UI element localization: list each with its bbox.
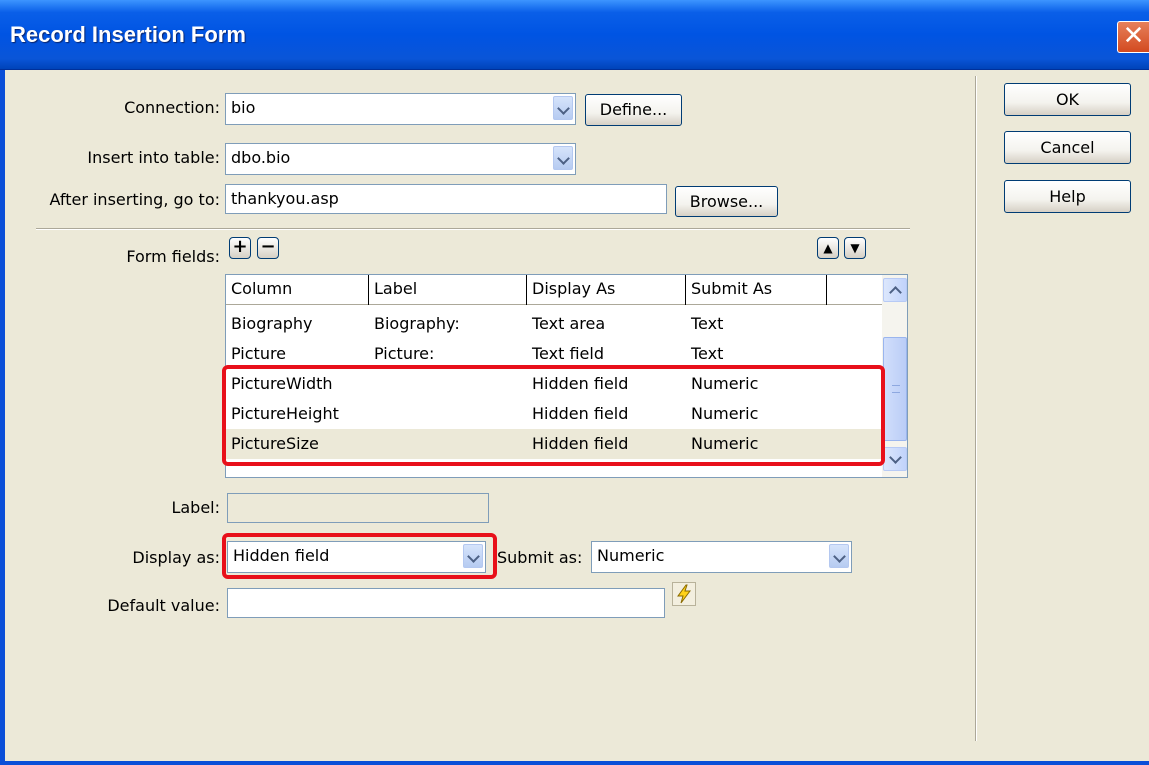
column-header[interactable]: Label — [369, 275, 527, 305]
arrow-up-icon: ▲ — [823, 241, 833, 255]
default-value-input[interactable] — [227, 588, 665, 618]
close-button[interactable]: ✕ — [1117, 21, 1149, 53]
display-as-label: Display as: — [132, 548, 220, 567]
title-bar: Record Insertion Form ✕ — [0, 0, 1149, 70]
cancel-button[interactable]: Cancel — [1004, 131, 1131, 164]
scroll-up-icon[interactable] — [883, 278, 907, 302]
column-header[interactable]: Column — [226, 275, 369, 305]
connection-value: bio — [231, 98, 256, 117]
grip-icon — [892, 385, 900, 393]
ok-button[interactable]: OK — [1004, 83, 1131, 116]
cell-submit-as: Text — [691, 314, 724, 333]
highlight-box — [222, 533, 497, 579]
highlight-box — [222, 365, 885, 466]
redirect-label: After inserting, go to: — [49, 190, 220, 209]
lightning-icon-glyph — [677, 584, 691, 604]
close-icon: ✕ — [1122, 21, 1145, 51]
chevron-down-icon[interactable] — [553, 96, 573, 120]
remove-field-button[interactable]: − — [257, 237, 279, 259]
add-field-button[interactable]: + — [229, 237, 251, 259]
table-value: dbo.bio — [231, 148, 291, 167]
plus-icon: + — [232, 236, 248, 257]
table-row[interactable]: Biography Biography: Text area Text — [226, 309, 882, 339]
dialog-title: Record Insertion Form — [10, 22, 246, 47]
help-button[interactable]: Help — [1004, 180, 1131, 213]
cell-display-as: Text area — [532, 314, 606, 333]
field-label-label: Label: — [171, 498, 220, 517]
chevron-down-icon[interactable] — [829, 544, 849, 568]
redirect-input[interactable]: thankyou.asp — [225, 184, 667, 214]
cell-column: Biography — [231, 314, 313, 333]
minus-icon: − — [260, 236, 276, 257]
arrow-down-icon: ▼ — [850, 241, 860, 255]
field-label-input[interactable] — [227, 493, 489, 523]
scroll-down-icon[interactable] — [883, 447, 907, 471]
connection-label: Connection: — [124, 98, 220, 117]
column-header[interactable]: Submit As — [686, 275, 827, 305]
scroll-thumb[interactable] — [883, 337, 907, 441]
vertical-scrollbar[interactable] — [882, 275, 907, 477]
separator — [975, 76, 977, 741]
submit-as-select[interactable]: Numeric — [591, 541, 852, 573]
default-value-label: Default value: — [107, 596, 220, 615]
redirect-value: thankyou.asp — [231, 189, 339, 208]
submit-as-value: Numeric — [597, 546, 665, 565]
form-fields-label: Form fields: — [126, 247, 220, 266]
chevron-down-icon[interactable] — [553, 146, 573, 170]
connection-select[interactable]: bio — [225, 93, 576, 125]
lightning-icon[interactable] — [672, 582, 696, 606]
define-button[interactable]: Define... — [585, 94, 682, 126]
move-down-button[interactable]: ▼ — [844, 237, 866, 259]
browse-button[interactable]: Browse... — [675, 186, 778, 217]
submit-as-label: Submit as: — [497, 548, 583, 567]
table-select[interactable]: dbo.bio — [225, 143, 576, 175]
table-label: Insert into table: — [87, 148, 220, 167]
cell-label: Biography: — [374, 314, 460, 333]
move-up-button[interactable]: ▲ — [817, 237, 839, 259]
separator — [36, 228, 910, 230]
column-header[interactable]: Display As — [527, 275, 686, 305]
table-header: Column Label Display As Submit As — [226, 275, 883, 305]
